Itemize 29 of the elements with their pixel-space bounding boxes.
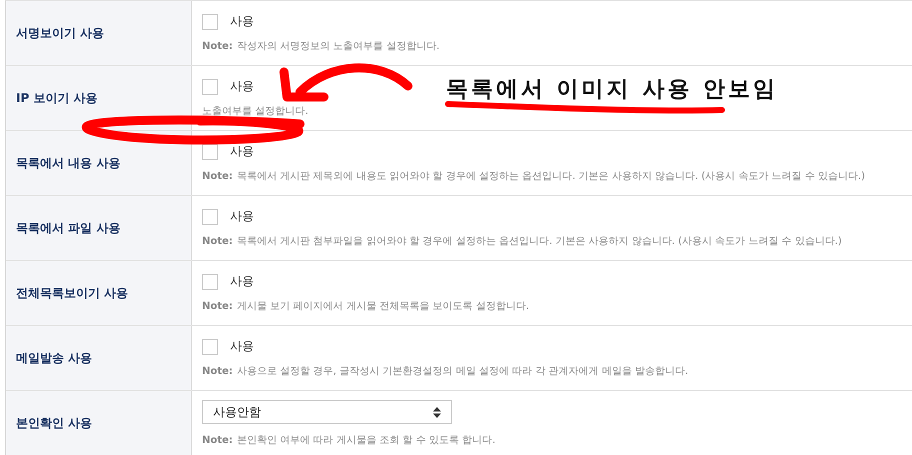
checkbox-label[interactable]: 사용: [230, 78, 254, 95]
annotation-text: 목록에서 이미지 사용 안보임: [446, 76, 778, 104]
setting-label: 목록에서 파일 사용: [16, 220, 120, 236]
checkbox[interactable]: [202, 208, 218, 224]
note-text: Note: 목록에서 게시판 제목외에 내용도 읽어와야 할 경우에 설정하는 옵션입니다. 기본은 사용하지 않습니다. (사용시 속도가 느려질 수 있습니다.): [202, 170, 866, 183]
setting-label: 목록에서 내용 사용: [16, 154, 120, 172]
setting-label: 전체목록보이기 사용: [16, 284, 128, 302]
select-dropdown[interactable]: 사용안함: [202, 400, 452, 424]
checkbox-label[interactable]: 사용: [230, 13, 254, 30]
note-text: Note: 목록에서 게시판 첨부파일을 읽어와야 할 경우에 설정하는 옵션입니다. 기본은 사용하지 않습니다. (사용시 속도가 느려질 수 있습니다.): [202, 235, 842, 248]
setting-label: 서명보이기 사용: [16, 24, 104, 42]
note-text: Note: 본인확인 여부에 따라 게시물을 조회 할 수 있도록 합니다.: [202, 434, 496, 447]
checkbox[interactable]: [202, 144, 218, 160]
setting-label: IP 보이기 사용: [16, 90, 98, 106]
checkbox[interactable]: [202, 78, 218, 94]
note-text: Note: 사용으로 설정할 경우, 글작성시 기본환경설정의 메일 설정에 따라 각 관계자에게 메일을 발송합니다.: [202, 365, 688, 378]
checkbox[interactable]: [202, 274, 218, 290]
sort-caret-icon: [433, 406, 441, 418]
note-text: Note: 작성자의 서명정보의 노출여부를 설정합니다.: [202, 40, 440, 53]
checkbox[interactable]: [202, 338, 218, 354]
checkbox-label[interactable]: 사용: [230, 338, 254, 355]
checkbox-label[interactable]: 사용: [230, 273, 254, 290]
setting-label: 메일발송 사용: [16, 350, 92, 366]
setting-label: 본인확인 사용: [16, 414, 92, 432]
checkbox-label[interactable]: 사용: [230, 208, 254, 225]
checkbox-label[interactable]: 사용: [230, 143, 254, 160]
note-text: 노출여부를 설정합니다.: [202, 105, 308, 118]
note-text: Note: 게시물 보기 페이지에서 게시물 전체목록을 보이도록 설정합니다.: [202, 300, 530, 313]
checkbox[interactable]: [202, 14, 218, 30]
